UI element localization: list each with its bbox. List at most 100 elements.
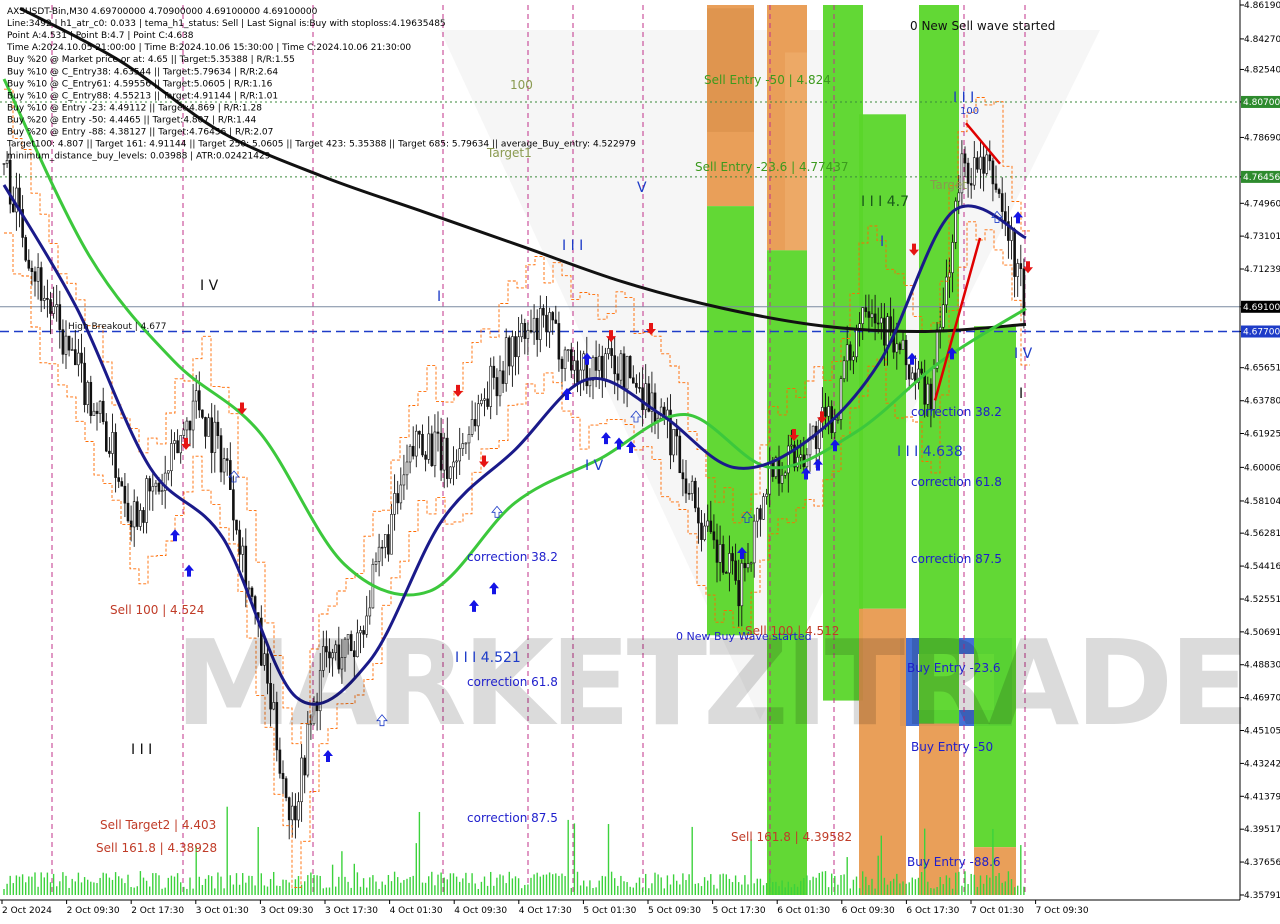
candle-body xyxy=(222,458,226,473)
candle-body xyxy=(607,348,610,355)
candle-body xyxy=(383,534,387,548)
candle-body xyxy=(542,308,545,316)
roman-v-1: V xyxy=(637,180,647,196)
candle-body xyxy=(926,383,930,405)
target1-label: Target1 xyxy=(486,146,532,160)
candle-body xyxy=(194,390,198,402)
zone-highlight-1 xyxy=(707,8,754,132)
info-line: Buy %10 @ Entry -23: 4.49112 || Target:4… xyxy=(7,103,262,113)
candle-body xyxy=(1016,263,1020,277)
price-tick-label: 4.56281 xyxy=(1244,529,1280,539)
high-breakout-label: High Breakout | 4.677 xyxy=(68,322,166,332)
candle-body xyxy=(387,534,390,555)
candle-body xyxy=(957,192,961,202)
candle-body xyxy=(604,353,607,381)
candle-body xyxy=(117,477,120,482)
price-tick-label: 4.60006 xyxy=(1244,463,1280,473)
info-line: Point A:4.531 | Point B:4.7 | Point C:4.… xyxy=(7,31,194,41)
candle-body xyxy=(907,364,911,380)
candle-body xyxy=(932,368,936,410)
time-tick-label: 5 Oct 17:30 xyxy=(713,906,766,916)
candle-body xyxy=(210,417,213,453)
candle-body xyxy=(672,428,675,456)
price-tick-label: 4.48830 xyxy=(1244,661,1280,671)
candle-body xyxy=(480,399,483,405)
candle-body xyxy=(997,189,1001,194)
candle-body xyxy=(173,440,176,444)
candle-body xyxy=(635,382,638,388)
candle-body xyxy=(402,474,406,486)
candle-body xyxy=(700,522,703,540)
info-line: Buy %20 @ Entry -88: 4.38127 || Target:4… xyxy=(7,128,273,138)
roman-iii-3: I I I xyxy=(953,90,974,106)
price-tick-label: 4.54416 xyxy=(1244,562,1280,572)
candle-body xyxy=(641,387,644,411)
candle-body xyxy=(408,445,412,463)
buy-entry-50-label: Buy Entry -50 xyxy=(911,740,993,754)
candle-body xyxy=(142,510,145,523)
price-tick-label: 4.52551 xyxy=(1244,595,1280,605)
new-sell-wave-label: 0 New Sell wave started xyxy=(910,19,1055,33)
candle-body xyxy=(421,433,424,456)
candle-body xyxy=(470,419,474,435)
candle-body xyxy=(520,322,524,338)
candle-body xyxy=(780,475,784,484)
candle-body xyxy=(613,355,617,375)
sell-161-label-a: Sell 161.8 | 4.38928 xyxy=(96,841,217,855)
candle-body xyxy=(476,403,480,427)
candle-body xyxy=(108,450,111,454)
candle-body xyxy=(154,482,158,487)
candle-body xyxy=(185,420,189,431)
candle-body xyxy=(1003,211,1007,222)
candle-body xyxy=(684,478,688,494)
candle-body xyxy=(114,432,117,478)
candle-body xyxy=(523,322,527,339)
candle-body xyxy=(799,454,803,458)
candle-body xyxy=(58,304,62,330)
target-label: Target xyxy=(929,178,967,192)
candle-body xyxy=(759,508,762,520)
price-tick-label: 4.71239 xyxy=(1244,265,1280,275)
candle-body xyxy=(139,510,142,527)
candle-body xyxy=(145,478,148,523)
candle-body xyxy=(235,519,238,531)
price-tick-label: 4.84270 xyxy=(1244,35,1280,45)
candle-body xyxy=(938,326,942,330)
candle-body xyxy=(538,308,542,340)
candle-body xyxy=(411,445,415,457)
candle-body xyxy=(33,271,37,282)
candle-body xyxy=(740,562,744,607)
candle-body xyxy=(1019,263,1023,270)
candle-body xyxy=(303,757,307,776)
candle-body xyxy=(67,335,71,351)
roman-iv-3: I V xyxy=(1014,346,1033,362)
candle-body xyxy=(452,461,455,468)
price-tick-label: 4.86190 xyxy=(1244,1,1280,11)
candle-body xyxy=(951,242,954,274)
candle-body xyxy=(1013,228,1016,277)
candle-body xyxy=(576,360,579,383)
candle-body xyxy=(198,390,201,411)
candle-body xyxy=(39,267,43,301)
sell-161-label-b: Sell 161.8 | 4.39582 xyxy=(731,830,852,844)
candle-body xyxy=(1000,193,1004,212)
correction-87-label-b: correction 87.5 xyxy=(911,552,1002,566)
candle-body xyxy=(755,508,759,522)
candle-body xyxy=(616,373,620,381)
candle-body xyxy=(176,440,179,454)
roman-iii-1: I I I xyxy=(131,742,152,758)
candle-body xyxy=(278,749,282,774)
candle-body xyxy=(132,501,136,528)
info-line: minimum_distance_buy_levels: 0.03988 | A… xyxy=(7,152,271,162)
candle-body xyxy=(873,313,877,324)
candle-body xyxy=(972,157,976,186)
candle-body xyxy=(489,365,493,407)
candle-body xyxy=(182,429,186,436)
candle-body xyxy=(721,544,725,573)
candle-body xyxy=(920,368,923,374)
candle-body xyxy=(638,387,641,389)
candle-body xyxy=(690,480,694,494)
correction-61-label-b: correction 61.8 xyxy=(911,475,1002,489)
candle-body xyxy=(36,267,40,282)
info-line: Buy %20 @ Market price or at: 4.65 || Ta… xyxy=(7,55,295,65)
